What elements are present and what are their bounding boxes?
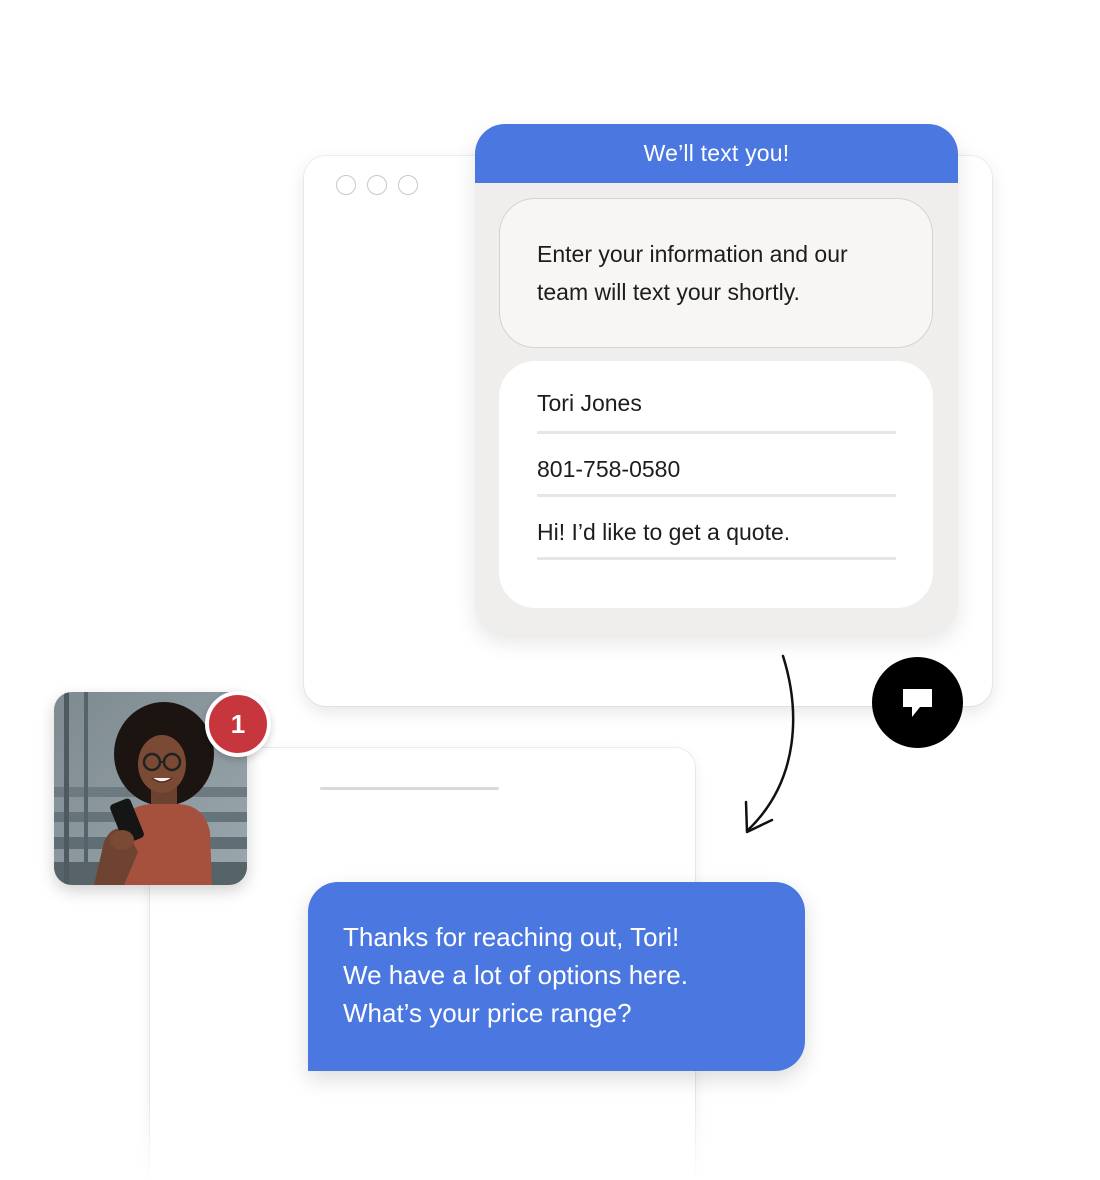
brand-logo-icon bbox=[872, 657, 963, 748]
curved-arrow-icon bbox=[744, 654, 795, 834]
widget-form: Tori Jones 801-758-0580 Hi! I’d like to … bbox=[499, 361, 933, 608]
bottom-fade bbox=[0, 1100, 1100, 1180]
name-field[interactable]: Tori Jones bbox=[537, 368, 896, 434]
window-maximize-dot[interactable] bbox=[398, 175, 418, 195]
phone-field[interactable]: 801-758-0580 bbox=[537, 434, 896, 497]
reply-line: We have a lot of options here. bbox=[343, 960, 688, 990]
reply-message-bubble: Thanks for reaching out, Tori! We have a… bbox=[308, 882, 805, 1071]
notification-badge: 1 bbox=[205, 691, 271, 757]
widget-intro-message: Enter your information and our team will… bbox=[499, 198, 933, 348]
reply-line: What’s your price range? bbox=[343, 998, 632, 1028]
illustration-stage: We’ll text you! Enter your information a… bbox=[0, 0, 1100, 1180]
text-us-widget: We’ll text you! Enter your information a… bbox=[475, 124, 958, 634]
window-controls bbox=[336, 175, 418, 195]
window-minimize-dot[interactable] bbox=[367, 175, 387, 195]
reply-line: Thanks for reaching out, Tori! bbox=[343, 922, 680, 952]
phone-header-line bbox=[320, 787, 499, 790]
widget-header: We’ll text you! bbox=[475, 124, 958, 183]
window-close-dot[interactable] bbox=[336, 175, 356, 195]
message-field[interactable]: Hi! I’d like to get a quote. bbox=[537, 497, 896, 560]
